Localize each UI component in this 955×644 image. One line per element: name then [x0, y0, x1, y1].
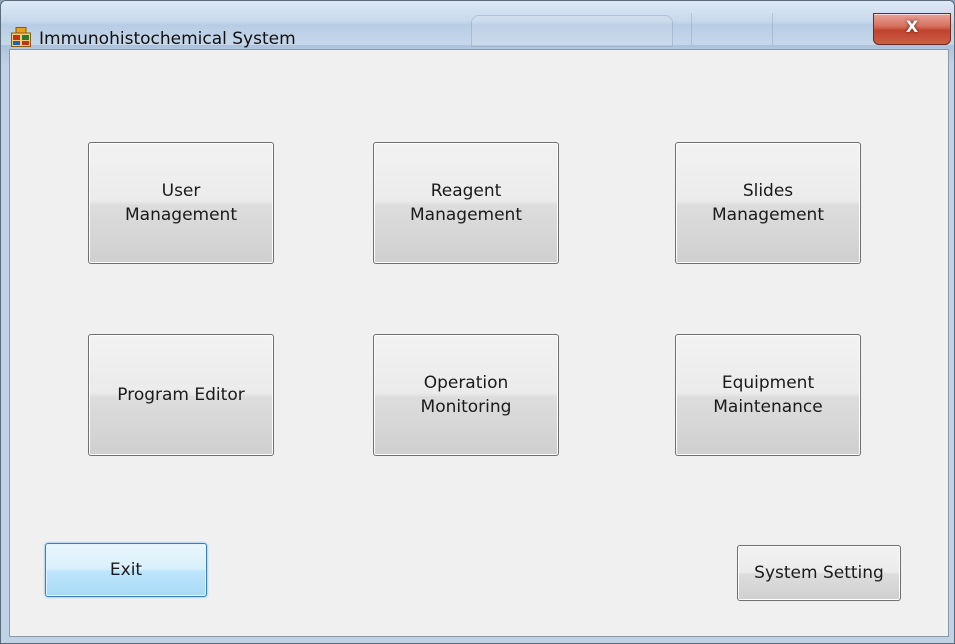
close-icon: X [905, 17, 919, 36]
reagent-management-button[interactable]: Reagent Management [373, 142, 559, 264]
system-setting-label: System Setting [754, 563, 884, 583]
main-window: Immunohistochemical System X User Manage… [0, 0, 955, 644]
user-management-button[interactable]: User Management [88, 142, 274, 264]
program-editor-label: Program Editor [117, 385, 245, 405]
window-title: Immunohistochemical System [39, 29, 296, 49]
exit-button[interactable]: Exit [45, 543, 207, 597]
operation-monitoring-button[interactable]: Operation Monitoring [373, 334, 559, 456]
equipment-maintenance-button[interactable]: Equipment Maintenance [675, 334, 861, 456]
title-bar[interactable]: Immunohistochemical System X [1, 1, 954, 49]
slides-management-label: Slides Management [712, 181, 824, 225]
slides-management-button[interactable]: Slides Management [675, 142, 861, 264]
operation-monitoring-label: Operation Monitoring [420, 373, 512, 417]
client-area: User Management Reagent Management Slide… [9, 49, 949, 637]
equipment-maintenance-label: Equipment Maintenance [713, 373, 823, 417]
user-management-label: User Management [125, 181, 237, 225]
program-editor-button[interactable]: Program Editor [88, 334, 274, 456]
reagent-management-label: Reagent Management [410, 181, 522, 225]
exit-label: Exit [109, 560, 143, 580]
close-button[interactable]: X [873, 13, 951, 45]
system-setting-button[interactable]: System Setting [737, 545, 901, 601]
grid-app-icon [11, 27, 31, 47]
